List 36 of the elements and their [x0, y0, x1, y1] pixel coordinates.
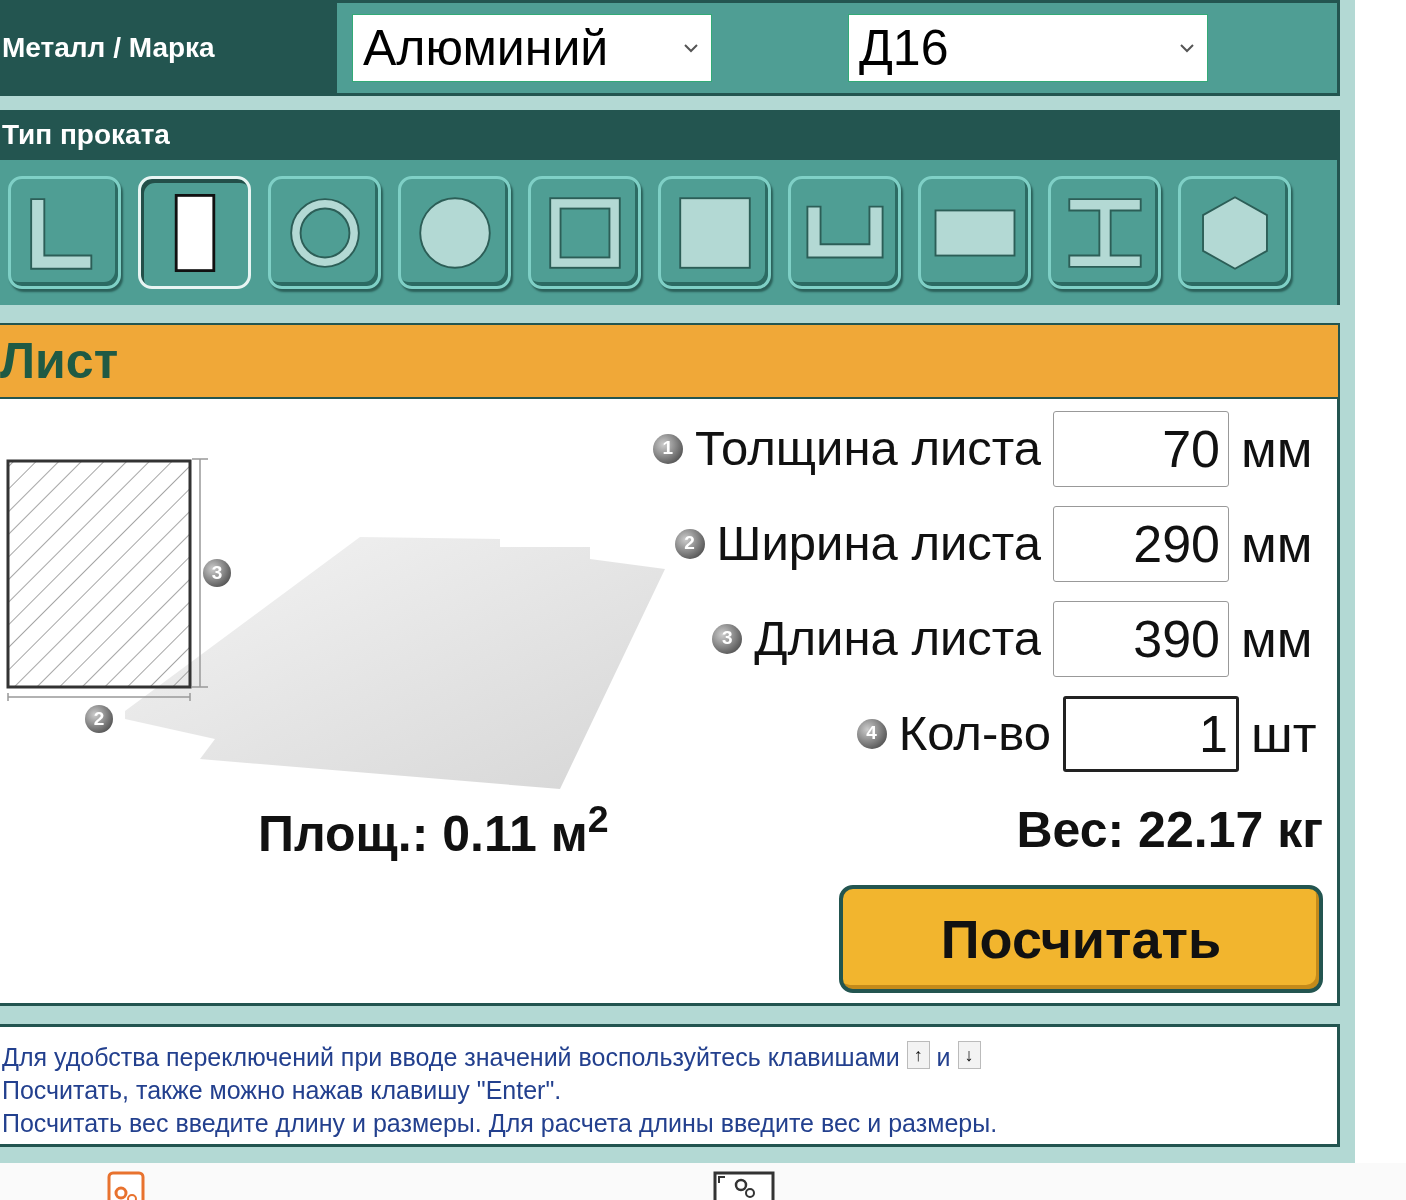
help-text: Для удобства переключений при вводе значений воспользуйтесь клавишами [2, 1043, 900, 1071]
section-heading: Тип проката [0, 110, 1340, 160]
number-marker: 1 [652, 433, 683, 464]
number-marker: 3 [203, 559, 231, 587]
unit-label: мм [1241, 513, 1314, 575]
number-marker: 2 [674, 528, 705, 559]
input-field[interactable]: 290 [1053, 505, 1229, 582]
dropdown-caret-icon [1179, 43, 1195, 53]
dropdown-caret-icon [683, 43, 699, 53]
key-hint: ↓ [957, 1041, 981, 1069]
input-field[interactable]: 1 [1063, 695, 1239, 772]
number-marker: 2 [85, 705, 113, 733]
input-field[interactable]: 70 [1053, 410, 1229, 487]
key-hint: ↑ [906, 1041, 930, 1069]
field-label: Кол-во [898, 704, 1051, 762]
unit-label: мм [1241, 418, 1314, 480]
help-text: Посчитать, также можно нажав клавишу "Enter". [2, 1076, 562, 1104]
help-text: и [936, 1043, 951, 1071]
unit-label: шт [1251, 703, 1318, 765]
input-field[interactable]: 390 [1053, 600, 1229, 677]
settings-app-icon[interactable] [107, 1171, 145, 1200]
field-label: Длина листа [754, 609, 1041, 667]
gears-screen-icon[interactable] [713, 1171, 775, 1200]
metal-dropdown[interactable]: Алюминий [352, 14, 712, 82]
grade-dropdown[interactable]: Д16 [848, 14, 1208, 82]
unit-label: мм [1241, 608, 1314, 670]
number-marker: 3 [712, 623, 743, 654]
calculate-button[interactable]: Посчитать [839, 885, 1323, 993]
field-label: Толщина листа [694, 419, 1041, 477]
field-label: Металл / Марка [0, 3, 337, 93]
section-title: Лист [0, 323, 1340, 399]
number-marker: 4 [856, 718, 887, 749]
area-result: Площ.: 0.11 м$^{2}$ [258, 797, 609, 864]
field-label: Ширина листа [716, 514, 1041, 572]
help-text: Посчитать вес введите длину и размеры. Для расчета длины введите вес и размеры. [2, 1109, 998, 1137]
weight-result: Вес: 22.17 кг [1016, 800, 1323, 860]
